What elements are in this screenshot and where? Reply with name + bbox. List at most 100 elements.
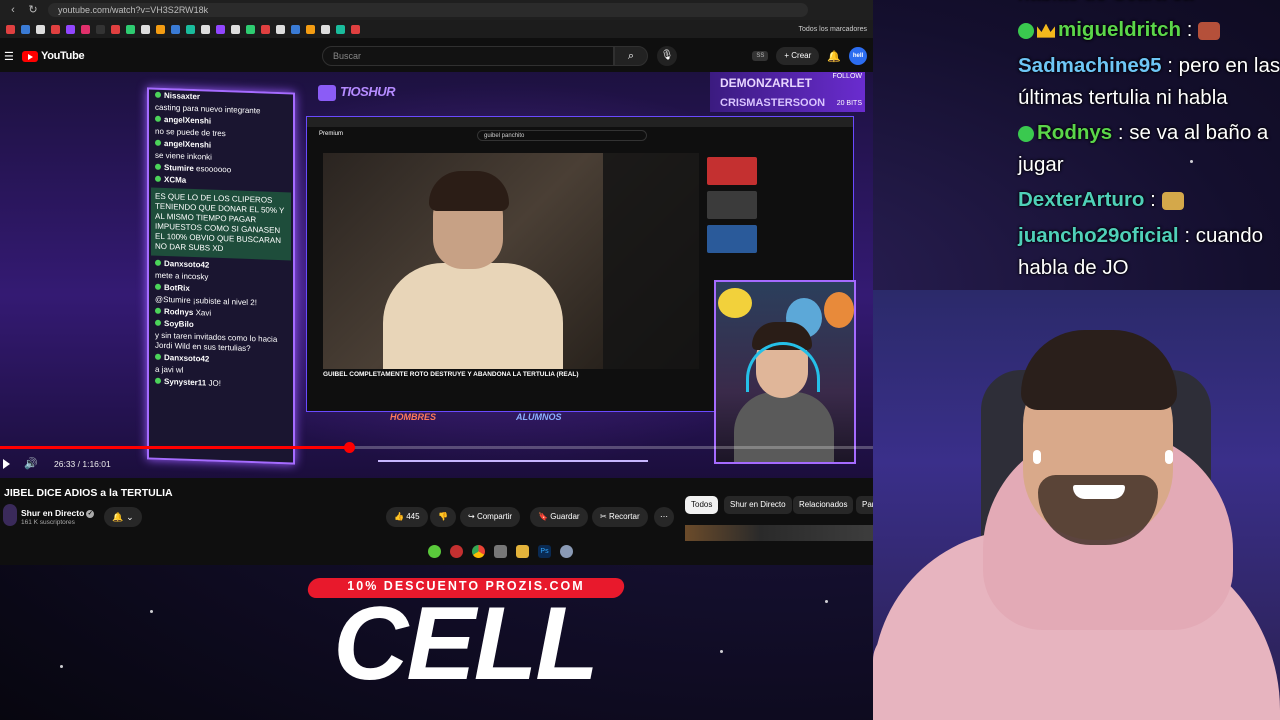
bits-alert: CRISMASTERSOON 20 BITS [710,94,865,114]
channel-avatar[interactable] [3,504,17,526]
chrome-icon[interactable] [472,544,485,558]
app-icon[interactable] [428,544,441,558]
star-decoration [150,610,153,613]
thumbs-up-icon: 👍 [394,512,404,521]
bookmark-icon[interactable] [276,24,285,34]
voice-search-button[interactable]: 🎙 [657,46,677,66]
account-avatar[interactable]: hell [849,47,867,65]
bookmark-icon[interactable] [21,24,30,34]
bookmark-icon[interactable] [306,24,315,34]
browser-window: ‹ ↻ youtube.com/watch?v=VH3S2RW18k Todos… [0,0,873,565]
dislike-button[interactable]: 👎 [430,507,456,527]
bell-icon: 🔔 [112,512,124,522]
filter-chip-all[interactable]: Todos [685,496,719,514]
bits-tag: 20 BITS [836,100,862,107]
chat-badge-icon [155,115,161,122]
menu-icon[interactable]: ☰ [4,50,14,63]
subscriber-count: 161 K suscriptores [21,519,75,526]
bookmark-icon[interactable] [201,24,210,34]
save-button[interactable]: 🔖 Guardar [530,507,588,527]
bookmark-icon[interactable] [186,24,195,34]
bookmark-icon[interactable] [51,24,60,34]
bookmark-icon[interactable] [321,24,330,34]
app-icon[interactable] [450,544,463,558]
url-field[interactable]: youtube.com/watch?v=VH3S2RW18k [48,3,808,17]
next-video-thumbnail[interactable] [685,525,873,541]
bookmark-icon[interactable] [81,24,90,34]
save-label: Guardar [550,512,580,521]
create-button[interactable]: + Crear [776,47,820,65]
mic-icon: 🎙 [660,50,674,61]
search-input[interactable]: Buscar [322,46,614,66]
filter-chip-partial[interactable]: Par [856,496,873,514]
scissors-icon: ✂ [600,512,607,521]
more-actions-button[interactable]: ⋯ [654,507,674,527]
share-label: Compartir [476,512,513,521]
bookmark-icon[interactable] [141,24,150,34]
bits-user: CRISMASTERSOON [720,97,826,109]
bookmark-icon: 🔖 [538,512,548,521]
video-progress-bar[interactable] [0,442,873,453]
time-display: 26:33 / 1:16:01 [54,459,111,469]
webcam-person-body [734,392,834,462]
notifications-bell-icon[interactable]: 🔔 [827,50,841,63]
bookmark-icon[interactable] [246,24,255,34]
address-bar: ‹ ↻ youtube.com/watch?v=VH3S2RW18k [0,0,873,20]
bookmark-icon[interactable] [66,24,75,34]
bookmark-icon[interactable] [6,24,15,34]
play-icon[interactable] [3,459,10,469]
bookmark-icon[interactable] [231,24,240,34]
stream-chat-overlay: hablas de Scara ca migueldritch : Sadmac… [1012,0,1280,290]
bookmark-icon[interactable] [336,24,345,34]
photoshop-icon[interactable]: Ps [538,544,551,558]
share-button[interactable]: ↪ Compartir [460,507,521,527]
bookmark-icon[interactable] [36,24,45,34]
all-bookmarks-link[interactable]: Todos los marcadores [799,26,873,33]
progress-fill [0,446,350,449]
channel-name[interactable]: Shur en Directo ✓ [21,508,95,518]
reload-icon[interactable]: ↻ [26,3,40,17]
chat-badge-icon [155,283,161,290]
embedded-header: Premium guibel panchito [307,127,853,145]
stream-chat-message: juancho29oficial : cuando habla de JO [1018,224,1263,279]
stream-chat-message: DexterArturo : [1018,184,1280,216]
bookmark-icon[interactable] [126,24,135,34]
bookmarks-bar: Todos los marcadores [0,20,873,38]
chat-user: Stumire [164,163,194,174]
embedded-premium-logo: Premium [319,131,344,137]
app-icon[interactable] [560,544,573,558]
folder-icon[interactable] [516,544,529,558]
bookmark-icon[interactable] [291,24,300,34]
bookmark-icon[interactable] [261,24,270,34]
bookmark-icon[interactable] [96,24,105,34]
stream-chat-message: migueldritch : [1018,14,1280,46]
twitch-icon [318,84,336,101]
filter-chip-channel[interactable]: Shur en Directo [724,496,792,514]
share-icon: ↪ [468,512,475,521]
chat-username: juancho29oficial [1018,224,1179,247]
clip-button[interactable]: ✂ Recortar [592,507,648,527]
crown-icon [1037,23,1055,38]
video-player[interactable]: Nissaxter casting para nuevo integrante … [0,72,873,478]
chat-badge-icon [155,91,161,98]
bookmark-icon[interactable] [216,24,225,34]
search-button[interactable]: ⌕ [614,46,648,66]
volume-icon[interactable]: 🔊 [24,457,38,470]
chat-badge-icon [155,377,161,384]
chat-username: DexterArturo [1018,188,1145,211]
bookmark-icon[interactable] [171,24,180,34]
chat-user: Danxsoto42 [164,353,210,364]
filter-chip-related[interactable]: Relacionados [793,496,854,514]
youtube-logo[interactable]: YouTube [22,50,85,62]
like-button[interactable]: 👍 445 [386,507,428,527]
bookmark-icon[interactable] [156,24,165,34]
chat-text: esoooooo [196,164,232,175]
logo-alumnos: ALUMNOS [516,412,562,422]
bookmark-icon[interactable] [351,24,360,34]
back-icon[interactable]: ‹ [6,3,20,17]
chat-badge-icon [155,353,161,360]
related-thumbnail [707,225,757,253]
subscribe-bell-button[interactable]: 🔔 ⌄ [104,507,142,527]
bookmark-icon[interactable] [111,24,120,34]
app-icon[interactable] [494,544,507,558]
